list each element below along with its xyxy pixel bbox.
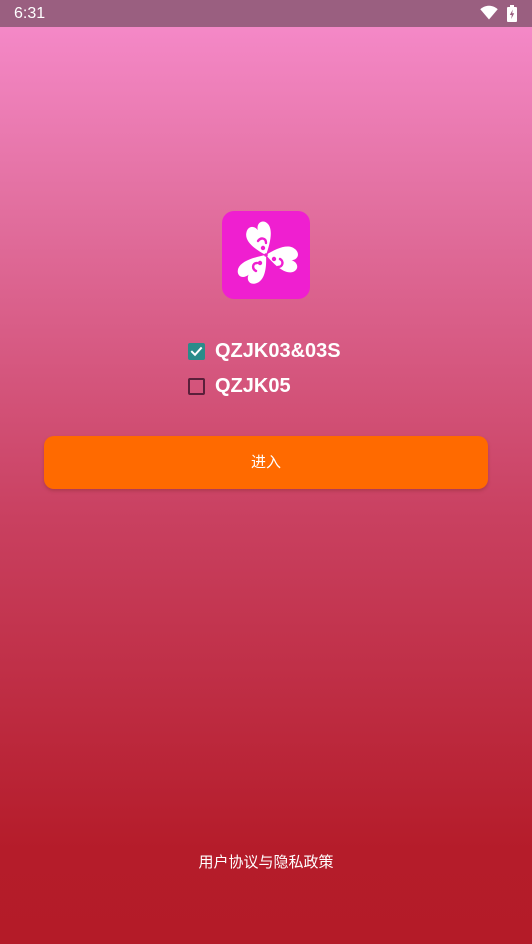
option-qzjk03[interactable]: QZJK03&03S (188, 339, 341, 363)
battery-icon (507, 5, 517, 22)
checkmark-icon (190, 346, 203, 356)
option-label: QZJK03&03S (215, 340, 341, 362)
status-time: 6:31 (14, 5, 46, 22)
wifi-icon (480, 5, 498, 20)
checkbox-unchecked[interactable] (188, 377, 205, 395)
option-qzjk05[interactable]: QZJK05 (188, 374, 291, 398)
checkbox-checked[interactable] (188, 342, 205, 360)
enter-button[interactable]: 进入 (44, 436, 488, 489)
clover-flower-logo-icon (237, 221, 298, 284)
privacy-policy-link[interactable]: 用户协议与隐私政策 (0, 852, 532, 872)
option-label: QZJK05 (215, 375, 291, 397)
status-bar: 6:31 (0, 0, 532, 27)
app-logo (222, 211, 310, 299)
